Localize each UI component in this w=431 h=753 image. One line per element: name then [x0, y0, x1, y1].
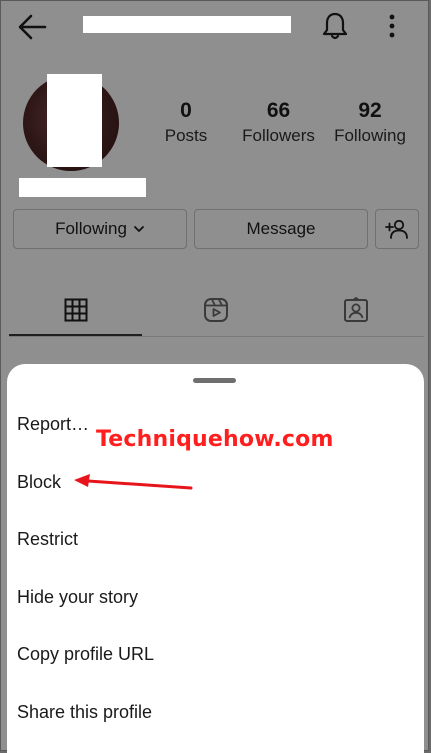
message-button[interactable]: Message	[194, 209, 368, 249]
profile-options-sheet: Report… Block Restrict Hide your story C…	[7, 364, 424, 753]
profile-header	[1, 1, 431, 53]
following-count: 92	[358, 99, 382, 122]
following-button-label: Following	[55, 219, 127, 238]
more-options-icon[interactable]	[382, 13, 402, 39]
watermark-text: Techniquehow.com	[96, 427, 334, 452]
back-arrow-icon[interactable]	[17, 13, 47, 41]
display-name-redaction	[19, 178, 146, 197]
suggested-accounts-button[interactable]	[375, 209, 419, 249]
menu-item-report[interactable]: Report…	[17, 412, 89, 436]
posts-count: 0	[180, 99, 192, 122]
followers-label: Followers	[242, 126, 315, 145]
followers-count: 66	[266, 99, 291, 122]
following-stat[interactable]: 92 Following	[331, 98, 409, 148]
tab-tagged[interactable]	[289, 283, 422, 337]
followers-stat[interactable]: 66 Followers	[236, 98, 321, 148]
profile-tabs	[9, 283, 424, 337]
reels-icon	[203, 298, 228, 322]
menu-item-copy-profile-url[interactable]: Copy profile URL	[17, 642, 154, 666]
message-button-label: Message	[246, 219, 316, 238]
following-label: Following	[334, 126, 406, 145]
chevron-down-icon	[134, 226, 144, 232]
username-redaction	[83, 16, 291, 33]
menu-item-hide-story[interactable]: Hide your story	[17, 585, 138, 609]
annotation-arrow-icon	[74, 474, 193, 490]
menu-item-block[interactable]: Block	[17, 470, 61, 494]
tab-posts-grid[interactable]	[9, 283, 142, 337]
menu-item-share-profile[interactable]: Share this profile	[17, 700, 152, 724]
sheet-drag-handle[interactable]	[193, 378, 236, 383]
posts-stat[interactable]: 0 Posts	[151, 98, 221, 148]
add-user-icon	[385, 219, 408, 239]
posts-label: Posts	[164, 126, 208, 145]
grid-icon	[64, 298, 87, 322]
tabs-divider	[9, 336, 424, 337]
notification-bell-icon[interactable]	[320, 11, 350, 41]
menu-item-restrict[interactable]: Restrict	[17, 527, 78, 551]
tagged-icon	[343, 297, 368, 322]
following-button[interactable]: Following	[13, 209, 187, 249]
avatar-redaction	[47, 74, 102, 167]
tab-reels[interactable]	[149, 283, 282, 337]
